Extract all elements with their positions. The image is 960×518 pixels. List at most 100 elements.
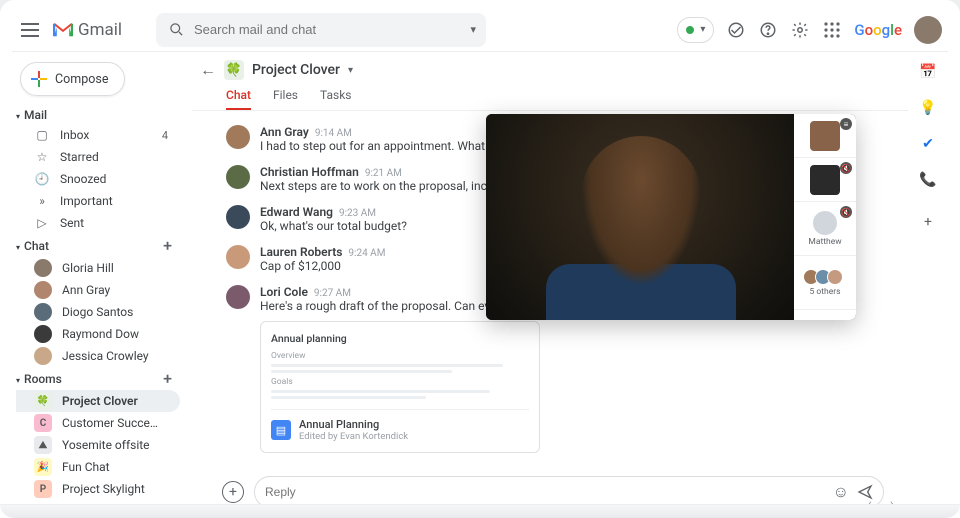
participant-tile[interactable]: 🔇 Matthew xyxy=(794,202,856,256)
nav-label: Inbox xyxy=(60,128,89,142)
emoji-icon[interactable]: ☺ xyxy=(833,482,849,502)
chat-avatar-icon xyxy=(34,303,52,321)
nav-label: Project Skylight xyxy=(62,482,145,496)
chat-nav-item[interactable]: Gloria Hill xyxy=(16,257,180,279)
participant-tile[interactable]: 🔇 xyxy=(794,158,856,202)
mail-nav-item[interactable]: ▷Sent xyxy=(16,212,180,234)
doc-subtitle: Edited by Evan Kortendick xyxy=(299,431,408,442)
message-text: Cap of $12,000 xyxy=(260,259,385,273)
tasks-rail-icon[interactable]: ✔ xyxy=(918,134,938,154)
mail-nav-item[interactable]: » Important xyxy=(16,190,180,212)
search-dropdown-caret-icon[interactable]: ▾ xyxy=(470,23,476,36)
meet-main-video[interactable] xyxy=(486,114,794,320)
section-header-mail[interactable]: ▾Mail xyxy=(16,106,180,124)
mute-icon: 🔇 xyxy=(840,162,852,174)
message-sender: Lauren Roberts xyxy=(260,245,342,259)
keep-rail-icon[interactable]: 💡 xyxy=(918,98,938,118)
side-panel-rail: 📅 💡 ✔ 📞 + xyxy=(908,52,948,518)
room-item-icon: 🍀 xyxy=(34,392,52,410)
presence-dot-icon xyxy=(686,26,694,34)
meet-pip-window[interactable]: ≡ 🔇 🔇 Matthew 5 others xyxy=(486,114,856,320)
message-sender: Lori Cole xyxy=(260,285,308,299)
help-icon[interactable] xyxy=(758,20,778,40)
message-sender: Ann Gray xyxy=(260,125,309,139)
apps-grid-icon[interactable] xyxy=(822,20,842,40)
account-avatar[interactable] xyxy=(914,16,942,44)
chat-nav-item[interactable]: Diogo Santos xyxy=(16,301,180,323)
doc-thumb-title: Annual planning xyxy=(271,332,529,345)
gmail-logo[interactable]: Gmail xyxy=(52,20,122,40)
message-sender: Edward Wang xyxy=(260,205,333,219)
calendar-rail-icon[interactable]: 📅 xyxy=(918,62,938,82)
chat-avatar-icon xyxy=(34,281,52,299)
room-nav-item[interactable]: ⛰ Yosemite offsite xyxy=(16,434,180,456)
search-bar[interactable]: ▾ xyxy=(156,13,486,47)
back-arrow-icon[interactable]: ← xyxy=(200,60,216,80)
room-nav-item[interactable]: P Project Skylight xyxy=(16,478,180,500)
nav-label: Snoozed xyxy=(60,172,106,186)
room-item-icon: 🎉 xyxy=(34,458,52,476)
mail-item-icon: » xyxy=(34,193,50,209)
section-header-chat[interactable]: ▾Chat+ xyxy=(16,234,180,257)
settings-gear-icon[interactable] xyxy=(790,20,810,40)
nav-label: Yosemite offsite xyxy=(62,438,150,452)
tab-tasks[interactable]: Tasks xyxy=(320,88,352,110)
contacts-rail-icon[interactable]: 📞 xyxy=(918,170,938,190)
google-doc-icon: ▤ xyxy=(271,420,291,440)
chat-avatar-icon xyxy=(34,325,52,343)
compose-button[interactable]: Compose xyxy=(20,62,125,96)
message-text: Ok, what's our total budget? xyxy=(260,219,407,233)
room-nav-item[interactable]: CCustomer Success xyxy=(16,412,180,434)
add-chat-icon[interactable]: + xyxy=(163,236,172,255)
message-time: 9:24 AM xyxy=(348,248,385,259)
mail-count: 4 xyxy=(162,129,174,142)
app-header: Gmail ▾ ▾ Google xyxy=(12,8,948,52)
room-nav-item[interactable]: 🎉 Fun Chat xyxy=(16,456,180,478)
availability-chip[interactable]: ▾ xyxy=(677,17,714,43)
sidebar: Compose ▾Mail ▢Inbox4☆Starred🕘Snoozed»Im… xyxy=(12,52,184,518)
room-nav-item[interactable]: 🍀Project Clover xyxy=(16,390,180,412)
section-header-rooms[interactable]: ▾Rooms+ xyxy=(16,367,180,390)
nav-label: Fun Chat xyxy=(62,460,110,474)
laptop-base xyxy=(0,504,960,518)
message-time: 9:27 AM xyxy=(314,288,351,299)
chat-nav-item[interactable]: Raymond Dow xyxy=(16,323,180,345)
nav-label: Sent xyxy=(60,216,84,230)
room-item-icon: P xyxy=(34,480,52,498)
participant-others-tile[interactable]: 5 others xyxy=(794,256,856,310)
participant-tile[interactable]: ≡ xyxy=(794,114,856,158)
mail-item-icon: ☆ xyxy=(34,149,50,165)
tab-files[interactable]: Files xyxy=(273,88,298,110)
mail-nav-item[interactable]: ▢Inbox4 xyxy=(16,124,180,146)
add-room-icon[interactable]: + xyxy=(163,369,172,388)
mail-nav-item[interactable]: 🕘Snoozed xyxy=(16,168,180,190)
add-rail-icon[interactable]: + xyxy=(918,212,938,232)
message-text: I had to step out for an appointment. Wh… xyxy=(260,139,514,153)
mail-nav-item[interactable]: ☆Starred xyxy=(16,146,180,168)
nav-label: Raymond Dow xyxy=(62,327,139,341)
availability-caret-icon: ▾ xyxy=(700,24,705,35)
mute-icon: 🔇 xyxy=(840,206,852,218)
gmail-logo-text: Gmail xyxy=(78,20,122,40)
tab-chat[interactable]: Chat xyxy=(226,88,251,110)
message-sender: Christian Hoffman xyxy=(260,165,359,179)
google-logo[interactable]: Google xyxy=(854,21,902,39)
doc-attachment-card[interactable]: Annual planning Overview Goals ▤ Annual … xyxy=(260,321,540,453)
chat-nav-item[interactable]: Jessica Crowley xyxy=(16,345,180,367)
room-icon: 🍀 xyxy=(224,60,244,80)
hamburger-menu-icon[interactable] xyxy=(18,18,42,42)
search-input[interactable] xyxy=(194,22,462,37)
message-time: 9:14 AM xyxy=(315,128,352,139)
message-avatar-icon xyxy=(226,205,250,229)
room-item-icon: ⛰ xyxy=(34,436,52,454)
chat-nav-item[interactable]: Ann Gray xyxy=(16,279,180,301)
attach-add-icon[interactable]: + xyxy=(222,481,244,503)
nav-label: Customer Success xyxy=(62,416,162,430)
nav-label: Gloria Hill xyxy=(62,261,114,275)
offline-sync-icon[interactable] xyxy=(726,20,746,40)
message-avatar-icon xyxy=(226,165,250,189)
room-dropdown-caret-icon[interactable]: ▾ xyxy=(348,65,353,76)
main-content: ← 🍀 Project Clover ▾ Chat Files Tasks An… xyxy=(184,52,908,518)
reply-input[interactable] xyxy=(265,485,825,499)
nav-label: Important xyxy=(60,194,113,208)
